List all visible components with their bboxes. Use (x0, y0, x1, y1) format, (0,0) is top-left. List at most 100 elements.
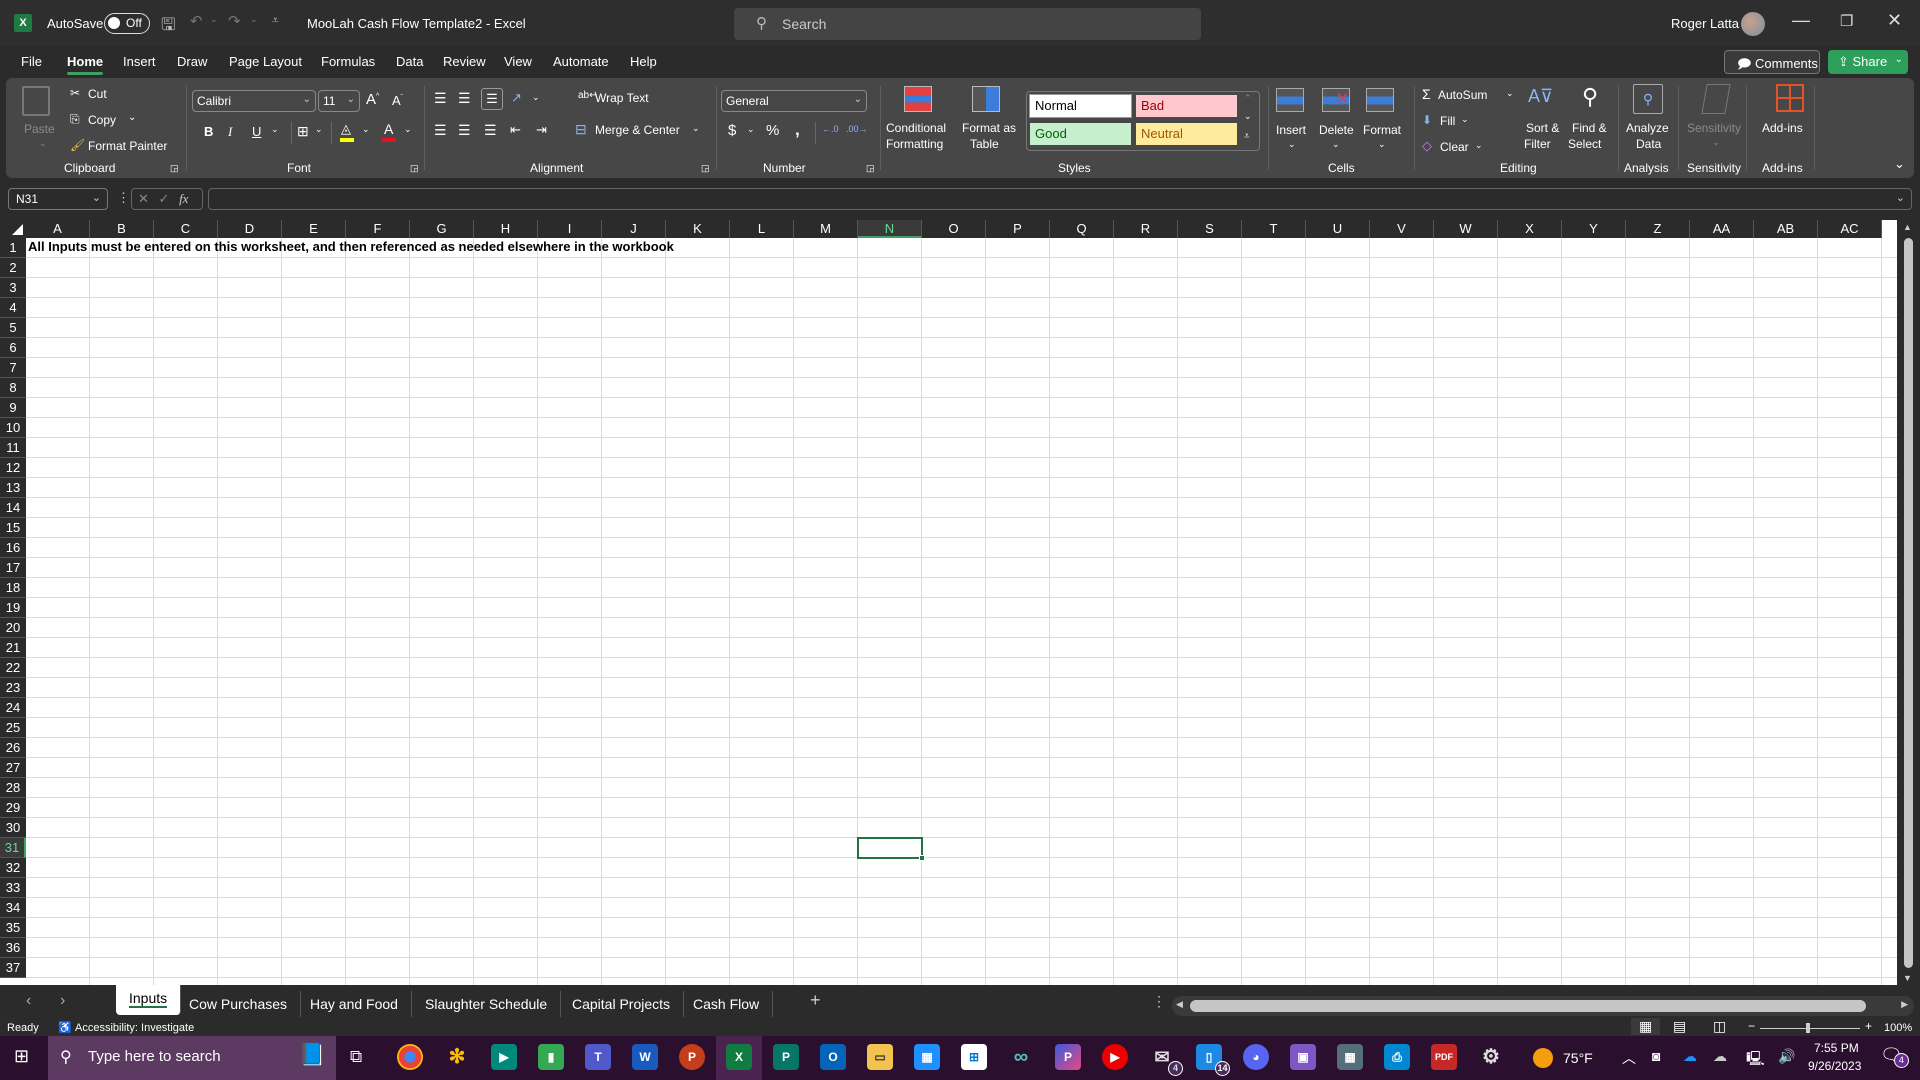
zoom-slider-thumb[interactable] (1806, 1023, 1810, 1033)
scroll-left-icon[interactable]: ◀ (1176, 999, 1183, 1010)
restore-icon[interactable]: ❐ (1840, 12, 1853, 30)
tab-file[interactable]: File (21, 54, 42, 69)
row-header-37[interactable]: 37 (0, 958, 26, 978)
comma-button[interactable]: , (795, 120, 800, 140)
scroll-tabs-right-icon[interactable]: › (60, 992, 65, 1010)
decrease-font-icon[interactable]: Aˇ (392, 93, 403, 108)
scroll-tabs-left-icon[interactable]: ‹ (26, 992, 31, 1010)
youtube-music-icon[interactable]: ▶ (1102, 1044, 1128, 1070)
column-header-r[interactable]: R (1114, 220, 1178, 238)
file-explorer-icon[interactable]: ▭ (867, 1044, 893, 1070)
select-all-button[interactable] (0, 220, 26, 238)
expand-formula-bar-icon[interactable]: ⌄ (1896, 191, 1905, 204)
app-icon[interactable]: ▣ (1290, 1044, 1316, 1070)
underline-dropdown-icon[interactable]: ⌄ (271, 124, 279, 135)
windows-start-icon[interactable]: ⊞ (14, 1046, 29, 1067)
column-header-ac[interactable]: AC (1818, 220, 1882, 238)
gallery-down-icon[interactable]: ⌄ (1244, 111, 1252, 122)
row-header-27[interactable]: 27 (0, 758, 26, 778)
tab-draw[interactable]: Draw (177, 54, 207, 69)
row-header-25[interactable]: 25 (0, 718, 26, 738)
column-header-i[interactable]: I (538, 220, 602, 238)
clear-dropdown-icon[interactable]: ⌄ (1475, 140, 1483, 151)
row-header-21[interactable]: 21 (0, 638, 26, 658)
powerpoint-icon[interactable]: P (679, 1044, 705, 1070)
row-header-12[interactable]: 12 (0, 458, 26, 478)
row-header-19[interactable]: 19 (0, 598, 26, 618)
tab-page-layout[interactable]: Page Layout (229, 54, 302, 69)
column-header-x[interactable]: X (1498, 220, 1562, 238)
worksheet-grid[interactable]: A B C D E F G H I J K L M N O P Q R S T U V W X Y Z AA AB AC 1234567… (0, 220, 1897, 985)
analyze-data-line1[interactable]: Analyze (1626, 121, 1669, 135)
scroll-down-icon[interactable]: ▼ (1903, 973, 1912, 983)
pandora-icon[interactable]: P (1055, 1044, 1081, 1070)
column-header-e[interactable]: E (282, 220, 346, 238)
top-align-icon[interactable]: ☰ (434, 90, 447, 107)
add-sheet-button[interactable]: + (810, 990, 821, 1011)
row-header-23[interactable]: 23 (0, 678, 26, 698)
column-header-k[interactable]: K (666, 220, 730, 238)
find-select-line2[interactable]: Select (1568, 137, 1601, 151)
style-normal[interactable]: Normal (1029, 94, 1132, 118)
column-header-s[interactable]: S (1178, 220, 1242, 238)
row-header-34[interactable]: 34 (0, 898, 26, 918)
column-header-t[interactable]: T (1242, 220, 1306, 238)
decrease-decimal-icon[interactable]: .00→ (846, 124, 868, 134)
format-as-table-line1[interactable]: Format as (962, 121, 1016, 135)
row-header-4[interactable]: 4 (0, 298, 26, 318)
bottom-align-icon[interactable]: ☰ (481, 88, 503, 110)
row-header-15[interactable]: 15 (0, 518, 26, 538)
row-header-32[interactable]: 32 (0, 858, 26, 878)
row-header-18[interactable]: 18 (0, 578, 26, 598)
network-icon[interactable]: 🖳 (1746, 1048, 1765, 1072)
addins-button[interactable]: Add-ins (1762, 121, 1803, 135)
share-button[interactable]: ⇪ Share ⌄ (1828, 50, 1908, 74)
tab-view[interactable]: View (504, 54, 532, 69)
horizontal-scroll-thumb[interactable] (1190, 1000, 1866, 1012)
increase-decimal-icon[interactable]: ←.0 (822, 124, 839, 134)
redo-icon[interactable]: ↷ (228, 12, 241, 30)
font-family-select[interactable]: Calibri ⌄ (192, 90, 316, 112)
sheet-tab-cash-flow[interactable]: Cash Flow (680, 991, 774, 1017)
insert-dropdown-icon[interactable]: ⌄ (1288, 139, 1296, 150)
format-button[interactable]: Format (1363, 123, 1401, 137)
column-header-h[interactable]: H (474, 220, 538, 238)
cancel-icon[interactable]: ✕ (138, 191, 149, 206)
align-right-icon[interactable]: ☰ (484, 122, 497, 139)
format-as-table-line2[interactable]: Table (970, 137, 999, 151)
enter-icon[interactable]: ✓ (159, 191, 170, 206)
weather-temp[interactable]: 75°F (1563, 1050, 1593, 1066)
google-meet-icon[interactable]: ▶ (491, 1044, 517, 1070)
orientation-dropdown-icon[interactable]: ⌄ (532, 92, 540, 103)
row-header-3[interactable]: 3 (0, 278, 26, 298)
column-header-m[interactable]: M (794, 220, 858, 238)
normal-view-icon[interactable]: ▦ (1631, 1018, 1661, 1035)
column-header-d[interactable]: D (218, 220, 282, 238)
task-view-icon[interactable]: ⧉ (350, 1047, 362, 1067)
format-dropdown-icon[interactable]: ⌄ (1378, 139, 1386, 150)
conditional-formatting-line2[interactable]: Formatting (886, 137, 943, 151)
paste-icon[interactable] (22, 86, 50, 116)
row-header-16[interactable]: 16 (0, 538, 26, 558)
zoom-in-icon[interactable]: + (1865, 1019, 1872, 1033)
row-header-1[interactable]: 1 (0, 238, 26, 258)
calculator-icon[interactable]: ▦ (1337, 1044, 1363, 1070)
scroll-right-icon[interactable]: ▶ (1901, 999, 1908, 1010)
font-color-dropdown-icon[interactable]: ⌄ (404, 124, 412, 135)
column-header-a[interactable]: A (26, 220, 90, 238)
column-header-z[interactable]: Z (1626, 220, 1690, 238)
row-header-5[interactable]: 5 (0, 318, 26, 338)
column-header-j[interactable]: J (602, 220, 666, 238)
infinity-app-icon[interactable]: ∞ (1008, 1044, 1034, 1070)
onedrive-personal-icon[interactable]: ☁ (1713, 1048, 1727, 1065)
search-box[interactable]: ⚲ Search (734, 8, 1201, 40)
row-header-8[interactable]: 8 (0, 378, 26, 398)
collapse-ribbon-icon[interactable]: ⌄ (1894, 156, 1905, 172)
row-header-13[interactable]: 13 (0, 478, 26, 498)
decrease-indent-icon[interactable]: ⇤ (510, 122, 521, 138)
clock-time[interactable]: 7:55 PM (1814, 1041, 1859, 1055)
fill-color-icon[interactable]: ◬ (341, 121, 351, 137)
save-icon[interactable]: 🖫 (161, 12, 175, 41)
paste-button[interactable]: Paste (24, 122, 55, 136)
row-header-36[interactable]: 36 (0, 938, 26, 958)
